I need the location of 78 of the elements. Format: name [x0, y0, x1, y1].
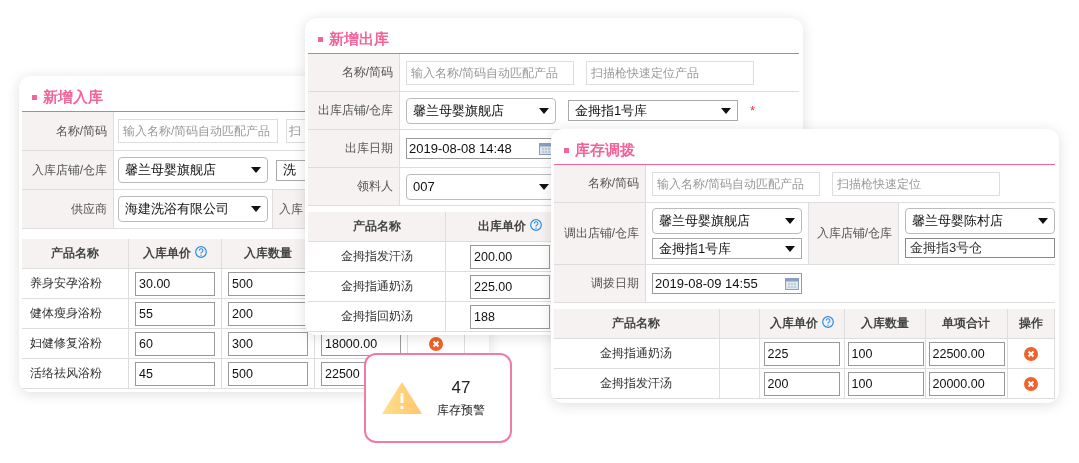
price-field[interactable]: 225 — [763, 341, 840, 366]
input-field[interactable]: 扫描枪快速定位 — [832, 171, 1000, 196]
help-icon[interactable] — [821, 316, 834, 328]
table-cell: 健体瘦身浴粉 — [22, 298, 129, 329]
column-header: 入库数量 — [844, 309, 925, 339]
field-label: 名称/简码 — [554, 165, 646, 202]
select-field[interactable]: 海建洗浴有限公司 — [118, 196, 268, 222]
total-field[interactable]: 22500.00 — [928, 341, 1005, 366]
table-cell: 活络祛风浴粉 — [22, 358, 129, 389]
date-field[interactable]: 2019-08-09 14:55 — [652, 273, 802, 294]
caret-icon — [1038, 218, 1048, 224]
table-cell: 金拇指发汗汤 — [554, 368, 719, 399]
column-header: 产品名称 — [308, 212, 446, 242]
quantity-field[interactable]: 500 — [228, 361, 308, 386]
select-field[interactable]: 馨兰母婴旗舰店 — [118, 157, 268, 183]
price-field[interactable]: 200.00 — [470, 244, 550, 269]
select-field[interactable]: 金拇指1号库 — [568, 100, 738, 121]
required-mark: * — [750, 103, 756, 118]
field-label: 入库店铺/仓库 — [809, 203, 899, 264]
price-field[interactable]: 200 — [763, 371, 840, 396]
field-label: 出库店铺/仓库 — [308, 92, 400, 129]
field-label: 领料人 — [308, 168, 400, 205]
column-header: 单项合计 — [925, 309, 1007, 339]
field-label: 调拨日期 — [554, 265, 646, 302]
table-cell: 金拇指通奶汤 — [308, 271, 446, 302]
price-field[interactable]: 55 — [135, 301, 215, 326]
warning-icon — [381, 381, 423, 415]
select-field[interactable]: 馨兰母婴旗舰店 — [406, 97, 556, 124]
field-label: 名称/简码 — [22, 112, 114, 150]
column-header: 入库单价 — [759, 309, 844, 339]
delete-icon[interactable] — [1023, 376, 1038, 391]
price-field[interactable]: 225.00 — [470, 274, 550, 299]
caret-icon — [539, 183, 549, 190]
quantity-field[interactable]: 200 — [228, 301, 308, 326]
table-cell: 妇健修复浴粉 — [22, 328, 129, 359]
caret-icon — [251, 206, 261, 212]
column-header: 操作 — [1007, 309, 1054, 339]
caret-icon — [785, 245, 795, 252]
caret-icon — [251, 167, 261, 173]
input-field[interactable]: 输入名称/简码自动匹配产品 — [406, 60, 574, 85]
quantity-field[interactable]: 300 — [228, 331, 308, 356]
delete-icon[interactable] — [429, 336, 443, 351]
input-field[interactable]: 扫描枪快速定位产品 — [586, 60, 754, 85]
input-field[interactable]: 输入名称/简码自动匹配产品 — [118, 119, 278, 143]
select-field[interactable]: 金拇指1号库 — [652, 238, 802, 259]
delete-icon[interactable] — [1023, 346, 1038, 361]
table-cell: 金拇指发汗汤 — [308, 241, 446, 272]
caret-icon — [721, 107, 731, 114]
column-header: 产品名称 — [554, 309, 719, 339]
price-field[interactable]: 45 — [135, 361, 215, 386]
quantity-field[interactable]: 500 — [228, 271, 308, 296]
field-label: 供应商 — [22, 190, 114, 228]
caret-icon — [785, 218, 795, 224]
quantity-field[interactable]: 100 — [847, 341, 924, 366]
alert-count: 47 — [451, 377, 471, 398]
select-field[interactable]: 馨兰母婴陈村店 — [905, 208, 1055, 234]
quantity-field[interactable]: 100 — [847, 371, 924, 396]
help-icon[interactable] — [195, 246, 207, 258]
price-field[interactable]: 60 — [135, 331, 215, 356]
table-cell: 养身安孕浴粉 — [22, 268, 129, 299]
caret-icon — [539, 107, 549, 114]
table-cell: 金拇指通奶汤 — [554, 338, 719, 369]
field-label: 名称/简码 — [308, 54, 400, 91]
help-icon[interactable] — [530, 219, 542, 231]
input-field[interactable]: 金拇指3号仓 — [905, 238, 1055, 258]
select-field[interactable]: 馨兰母婴旗舰店 — [652, 208, 802, 234]
field-label: 入库店铺/仓库 — [22, 151, 114, 189]
table-cell: 金拇指回奶汤 — [308, 301, 446, 332]
total-field[interactable]: 20000.00 — [928, 371, 1005, 396]
calendar-icon — [785, 277, 799, 290]
field-label: 出库日期 — [308, 130, 400, 167]
price-field[interactable]: 188 — [470, 304, 550, 329]
field-label: 调出店铺/仓库 — [554, 203, 646, 264]
column-header: 入库单价 — [128, 239, 222, 269]
price-field[interactable]: 30.00 — [135, 271, 215, 296]
input-field[interactable]: 输入名称/简码自动匹配产品 — [652, 171, 820, 196]
alert-label: 库存预警 — [437, 401, 485, 419]
column-header: 产品名称 — [22, 239, 129, 269]
